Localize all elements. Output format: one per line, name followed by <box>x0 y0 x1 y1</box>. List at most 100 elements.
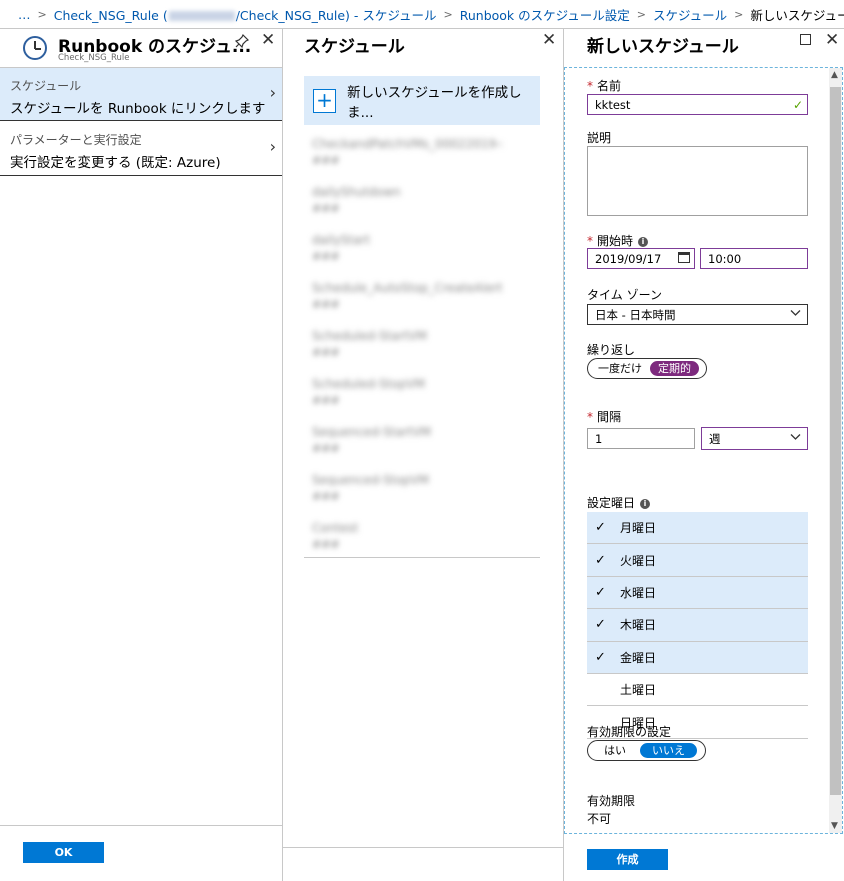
clock-icon <box>23 36 47 60</box>
breadcrumb-item-runbook-schedule[interactable]: Runbook のスケジュール設定 <box>460 5 630 24</box>
list-item[interactable]: Sequenced-StopVM ### <box>304 461 540 509</box>
list-item[interactable]: dailyStart ### <box>304 221 540 269</box>
checkbox-checked[interactable]: ✓ <box>595 554 608 567</box>
name-label: * 名前 <box>587 79 622 93</box>
close-icon[interactable]: ✕ <box>825 32 839 49</box>
interval-label: * 間隔 <box>587 410 622 424</box>
expiration-value: 不可 <box>587 812 612 826</box>
blade-footer: OK <box>0 825 282 881</box>
breadcrumb-separator: > <box>443 7 453 21</box>
scroll-down-icon[interactable]: ▼ <box>831 821 838 831</box>
create-new-schedule-button[interactable]: + 新しいスケジュールを作成しま... <box>304 76 540 125</box>
scrollbar-thumb[interactable] <box>830 87 841 795</box>
weekday-row-thu[interactable]: ✓ 木曜日 <box>587 609 808 642</box>
chevron-down-icon <box>790 431 801 445</box>
weekday-row-wed[interactable]: ✓ 水曜日 <box>587 576 808 610</box>
description-textarea[interactable] <box>587 146 808 216</box>
checkbox-checked[interactable]: ✓ <box>595 618 608 631</box>
schedule-form: * 名前 kktest ✓ 説明 * 開始時 i 2019/09/17 10:00 タ… <box>564 67 843 834</box>
breadcrumb-separator: > <box>636 7 646 21</box>
name-input[interactable]: kktest ✓ <box>587 94 808 115</box>
scrollbar[interactable]: ▲ ▼ <box>829 68 842 833</box>
ok-button[interactable]: OK <box>23 842 104 863</box>
blade-title: スケジュール <box>304 37 405 57</box>
breadcrumb-item-schedule[interactable]: スケジュール <box>653 5 727 24</box>
interval-value: 1 <box>595 431 603 446</box>
calendar-icon[interactable] <box>678 252 690 263</box>
interval-input[interactable]: 1 <box>587 428 695 449</box>
breadcrumb: … > Check_NSG_Rule (/Check_NSG_Rule) - ス… <box>0 0 844 29</box>
start-time-label: * 開始時 i <box>587 232 649 249</box>
list-item[interactable]: Schedule_AutoStop_CreateAlert ### <box>304 269 540 317</box>
start-time-input[interactable]: 10:00 <box>700 248 808 269</box>
menu-item-parameters[interactable]: パラメーターと実行設定 実行設定を変更する (既定: Azure) › <box>0 122 282 176</box>
breadcrumb-separator: > <box>734 7 744 21</box>
chevron-right-icon: › <box>269 83 276 102</box>
recurrence-label: 繰り返し <box>587 343 636 357</box>
plus-icon: + <box>313 88 337 113</box>
close-icon[interactable]: ✕ <box>542 32 556 49</box>
interval-unit-select[interactable]: 週 <box>701 427 808 450</box>
expiration-yes-option[interactable]: はい <box>590 743 640 758</box>
list-item[interactable]: CheckandPatchVMs_00022019-s ### <box>304 125 540 173</box>
scroll-up-icon[interactable]: ▲ <box>831 70 838 80</box>
checkbox-checked[interactable]: ✓ <box>595 651 608 664</box>
blade-footer: 作成 <box>564 835 844 881</box>
timezone-select[interactable]: 日本 - 日本時間 <box>587 304 808 325</box>
start-date-value: 2019/09/17 <box>595 251 662 266</box>
recurrence-once-option[interactable]: 一度だけ <box>590 361 650 376</box>
weekday-row-mon[interactable]: ✓ 月曜日 <box>587 512 808 545</box>
expiration-no-option[interactable]: いいえ <box>640 743 697 758</box>
blade-subtitle: Check_NSG_Rule <box>58 53 130 63</box>
weekday-row-tue[interactable]: ✓ 火曜日 <box>587 544 808 577</box>
list-item[interactable]: Scheduled-StopVM ### <box>304 365 540 413</box>
schedule-list: CheckandPatchVMs_00022019-s ### dailyShut… <box>304 125 540 558</box>
menu-item-value: スケジュールを Runbook にリンクします <box>10 101 266 117</box>
expiration-label: 有効期限 <box>587 794 636 808</box>
close-icon[interactable]: ✕ <box>261 32 275 49</box>
weekday-row-sat[interactable]: 土曜日 <box>587 674 808 707</box>
description-label: 説明 <box>587 131 612 145</box>
weekday-row-fri[interactable]: ✓ 金曜日 <box>587 641 808 674</box>
list-item[interactable]: dailyShutdown ### <box>304 173 540 221</box>
days-label: 設定曜日 i <box>587 494 651 511</box>
create-button[interactable]: 作成 <box>587 849 668 870</box>
weekday-list: ✓ 月曜日 ✓ 火曜日 ✓ 水曜日 ✓ 木曜日 ✓ 金曜日 土曜日 日曜日 <box>587 512 808 739</box>
redacted-text <box>168 11 235 21</box>
breadcrumb-ellipsis[interactable]: … <box>18 7 31 22</box>
interval-unit-value: 週 <box>709 431 721 446</box>
recurrence-toggle[interactable]: 一度だけ 定期的 <box>587 358 707 379</box>
pin-icon[interactable] <box>234 33 250 51</box>
breadcrumb-item-current: 新しいスケジュール <box>750 7 844 23</box>
expiration-setting-label: 有効期限の設定 <box>587 725 672 739</box>
checkbox-unchecked[interactable] <box>595 683 608 696</box>
new-schedule-blade: 新しいスケジュール ✕ * 名前 kktest ✓ 説明 * 開始時 i 2019/0… <box>564 29 844 881</box>
menu-item-value: 実行設定を変更する (既定: Azure) <box>10 155 221 171</box>
checkbox-checked[interactable]: ✓ <box>595 521 608 534</box>
timezone-label: タイム ゾーン <box>587 288 662 302</box>
schedule-list-blade: スケジュール ✕ + 新しいスケジュールを作成しま... CheckandPat… <box>283 29 564 881</box>
runbook-schedule-blade: Runbook のスケジュ... Check_NSG_Rule ✕ スケジュール… <box>0 29 283 881</box>
valid-check-icon: ✓ <box>792 97 803 112</box>
checkbox-checked[interactable]: ✓ <box>595 586 608 599</box>
create-new-schedule-label: 新しいスケジュールを作成しま... <box>347 84 522 121</box>
timezone-value: 日本 - 日本時間 <box>595 307 676 322</box>
start-date-input[interactable]: 2019/09/17 <box>587 248 695 269</box>
info-icon: i <box>640 498 651 509</box>
start-time-value: 10:00 <box>708 251 742 266</box>
name-input-value: kktest <box>595 97 631 112</box>
menu-item-schedule[interactable]: スケジュール スケジュールを Runbook にリンクします › <box>0 67 282 121</box>
info-icon: i <box>638 236 649 247</box>
menu-item-label: パラメーターと実行設定 <box>10 133 142 147</box>
blade-footer <box>283 847 563 848</box>
list-item[interactable]: Scheduled-StartVM ### <box>304 317 540 365</box>
maximize-icon[interactable] <box>800 34 811 48</box>
recurrence-recurring-option[interactable]: 定期的 <box>650 361 699 376</box>
expiration-toggle[interactable]: はい いいえ <box>587 740 706 761</box>
blade-title: 新しいスケジュール <box>587 37 739 57</box>
breadcrumb-item-runbook[interactable]: Check_NSG_Rule (/Check_NSG_Rule) - スケジュー… <box>54 5 437 24</box>
chevron-right-icon: › <box>269 137 276 156</box>
list-item[interactable]: Contest ### <box>304 509 540 557</box>
breadcrumb-separator: > <box>37 7 47 21</box>
list-item[interactable]: Sequenced-StartVM ### <box>304 413 540 461</box>
